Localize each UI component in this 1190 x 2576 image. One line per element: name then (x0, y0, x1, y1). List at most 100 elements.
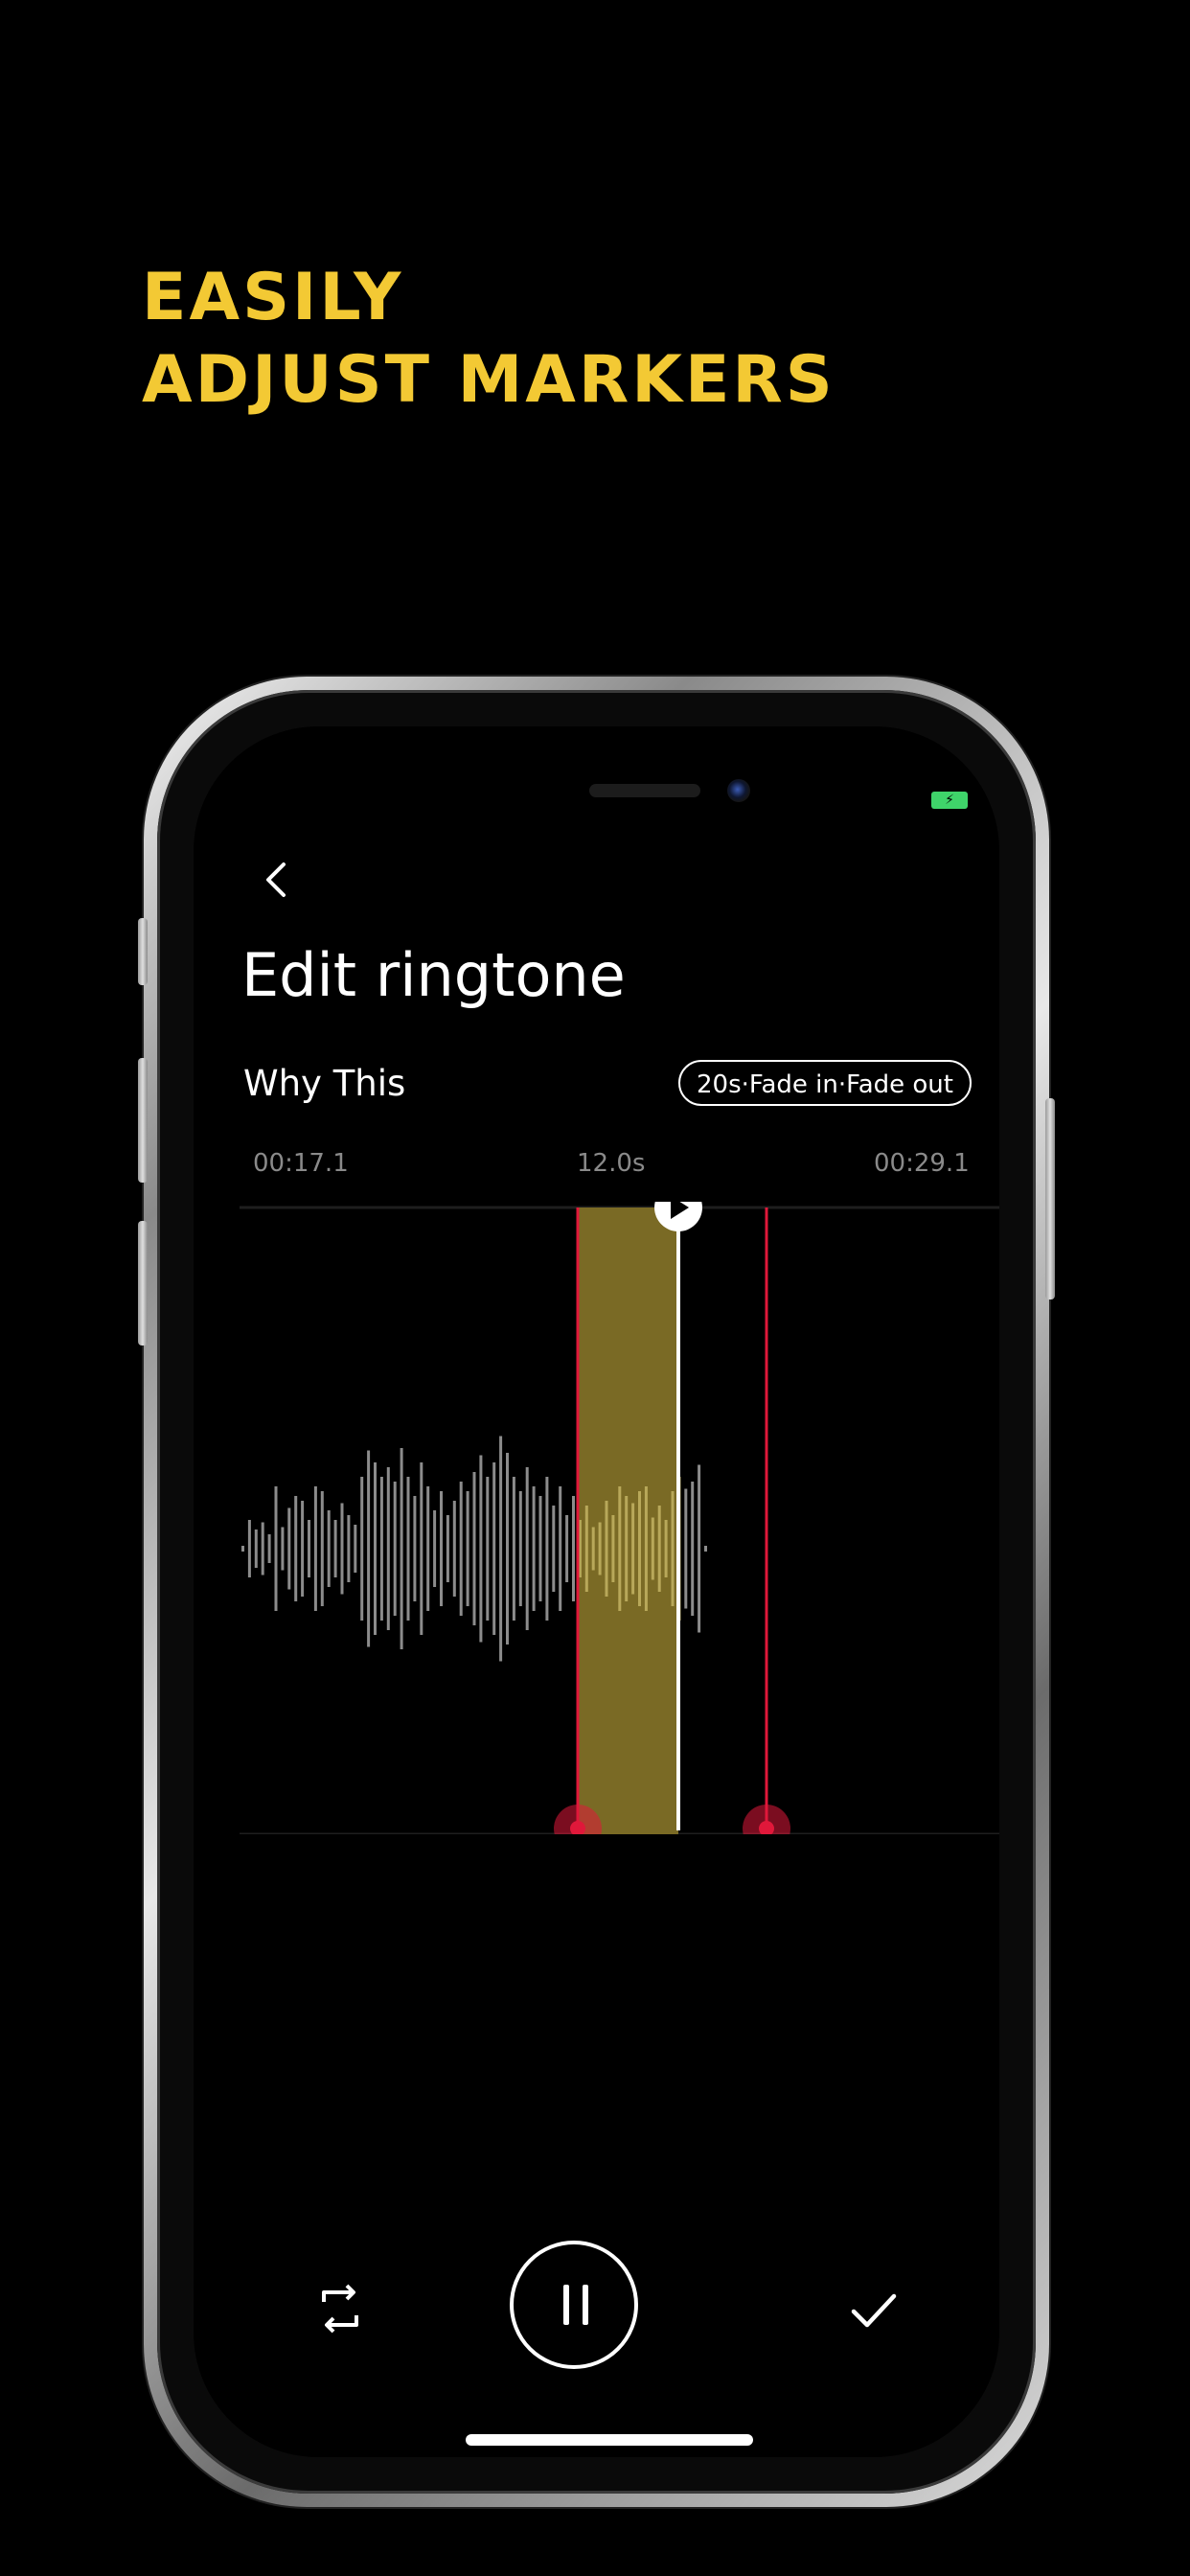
waveform-bar (294, 1496, 298, 1601)
waveform-bar (512, 1477, 515, 1621)
phone-bezel: ⚡ Edit ringtone Why This 20s·Fade in·Fad… (157, 690, 1036, 2494)
chevron-left-icon (266, 862, 286, 897)
waveform-bar (374, 1462, 377, 1635)
waveform-bar (452, 1501, 456, 1597)
waveform-bar (598, 1522, 602, 1576)
waveform-bar (572, 1496, 575, 1601)
waveform-bar (657, 1506, 661, 1592)
waveform-bar (584, 1506, 588, 1592)
waveform-bar (241, 1546, 244, 1552)
waveform-bar (611, 1515, 615, 1582)
home-indicator[interactable] (466, 2434, 753, 2446)
waveform-bar (472, 1472, 476, 1625)
battery-charging-icon: ⚡ (931, 792, 968, 809)
waveform-bar (308, 1520, 310, 1577)
waveform-bar (618, 1486, 622, 1611)
waveform-bar (525, 1467, 529, 1630)
waveform-bar (413, 1496, 417, 1601)
confirm-button[interactable] (842, 2279, 905, 2342)
duration-label: 12.0s (577, 1149, 646, 1178)
waveform-bar (420, 1462, 423, 1635)
waveform-bar (446, 1515, 449, 1582)
mute-switch (138, 918, 148, 985)
waveform-bar (274, 1486, 278, 1611)
waveform-bar (320, 1491, 324, 1606)
waveform-bar (638, 1491, 641, 1606)
end-marker-handle[interactable] (743, 1805, 790, 1834)
waveform-bar (254, 1530, 258, 1568)
waveform-bar (393, 1482, 397, 1616)
waveform-bar (281, 1527, 285, 1571)
waveform-bar (552, 1506, 556, 1592)
headline-line-1: EASILY (142, 260, 404, 335)
playback-controls (194, 2241, 999, 2394)
pause-icon-bar (583, 2285, 588, 2325)
loop-button[interactable] (309, 2277, 372, 2340)
checkmark-icon (851, 2293, 897, 2328)
waveform-bar (625, 1496, 629, 1601)
waveform-bar (354, 1525, 357, 1573)
pause-icon (563, 2285, 569, 2325)
song-name: Why This (243, 1063, 406, 1104)
waveform-bar (301, 1501, 305, 1597)
volume-down-button (138, 1221, 148, 1346)
waveform-bar (671, 1491, 675, 1606)
waveform-bar (486, 1477, 490, 1621)
waveform-bar (631, 1503, 635, 1595)
waveform-bar (698, 1464, 701, 1633)
phone-frame: ⚡ Edit ringtone Why This 20s·Fade in·Fad… (138, 677, 1055, 2507)
waveform-bar (565, 1515, 569, 1582)
waveform-bar (433, 1510, 437, 1587)
waveform-bar (333, 1520, 337, 1577)
back-button[interactable] (251, 851, 309, 908)
fade-settings-badge[interactable]: 20s·Fade in·Fade out (678, 1060, 972, 1106)
waveform-bar (426, 1486, 430, 1611)
front-camera (727, 779, 750, 802)
waveform-bar (379, 1477, 383, 1621)
waveform-bar (532, 1486, 536, 1611)
waveform-bar (538, 1496, 542, 1601)
waveform-bar (479, 1455, 483, 1643)
waveform-bar (367, 1450, 371, 1647)
waveform-bar (261, 1522, 264, 1576)
loop-icon (322, 2284, 358, 2334)
page-title: Edit ringtone (241, 940, 626, 1010)
waveform-bar (267, 1534, 271, 1563)
start-time-label: 00:17.1 (253, 1149, 349, 1178)
waveform-bar (287, 1507, 291, 1590)
waveform-bar (340, 1503, 344, 1595)
waveform-bar (466, 1491, 469, 1606)
waveform-bar (360, 1477, 364, 1621)
power-button (1045, 1098, 1055, 1300)
waveform-bar (400, 1448, 403, 1649)
headline-line-2: ADJUST MARKERS (142, 342, 835, 418)
phone-screen: ⚡ Edit ringtone Why This 20s·Fade in·Fad… (194, 726, 999, 2457)
speaker-grille (589, 784, 700, 797)
waveform-bar (664, 1520, 668, 1577)
waveform-bar (313, 1486, 317, 1611)
waveform-bar (644, 1486, 648, 1611)
waveform-bar (492, 1462, 496, 1635)
waveform-bar (499, 1436, 503, 1662)
waveform-bar (691, 1482, 695, 1616)
waveform-bar (704, 1546, 707, 1552)
pause-button[interactable] (510, 2241, 638, 2369)
waveform-bar (247, 1520, 251, 1577)
headline: EASILY ADJUST MARKERS (142, 257, 835, 422)
waveform-bar (406, 1477, 410, 1621)
volume-up-button (138, 1058, 148, 1183)
waveform-bar (684, 1488, 688, 1609)
waveform-bar (559, 1486, 562, 1611)
waveform-bar (545, 1477, 549, 1621)
waveform-editor[interactable] (240, 1202, 999, 1834)
waveform-bar (386, 1467, 390, 1630)
waveform-bar (459, 1482, 463, 1616)
end-time-label: 00:29.1 (874, 1149, 970, 1178)
waveform-bar (327, 1510, 331, 1587)
waveform-bar (440, 1491, 443, 1606)
waveform-bar (591, 1527, 595, 1571)
waveform-bar (651, 1517, 654, 1580)
waveform-bar (605, 1501, 608, 1597)
waveform-bar (506, 1453, 509, 1644)
waveform-bar (518, 1491, 522, 1606)
